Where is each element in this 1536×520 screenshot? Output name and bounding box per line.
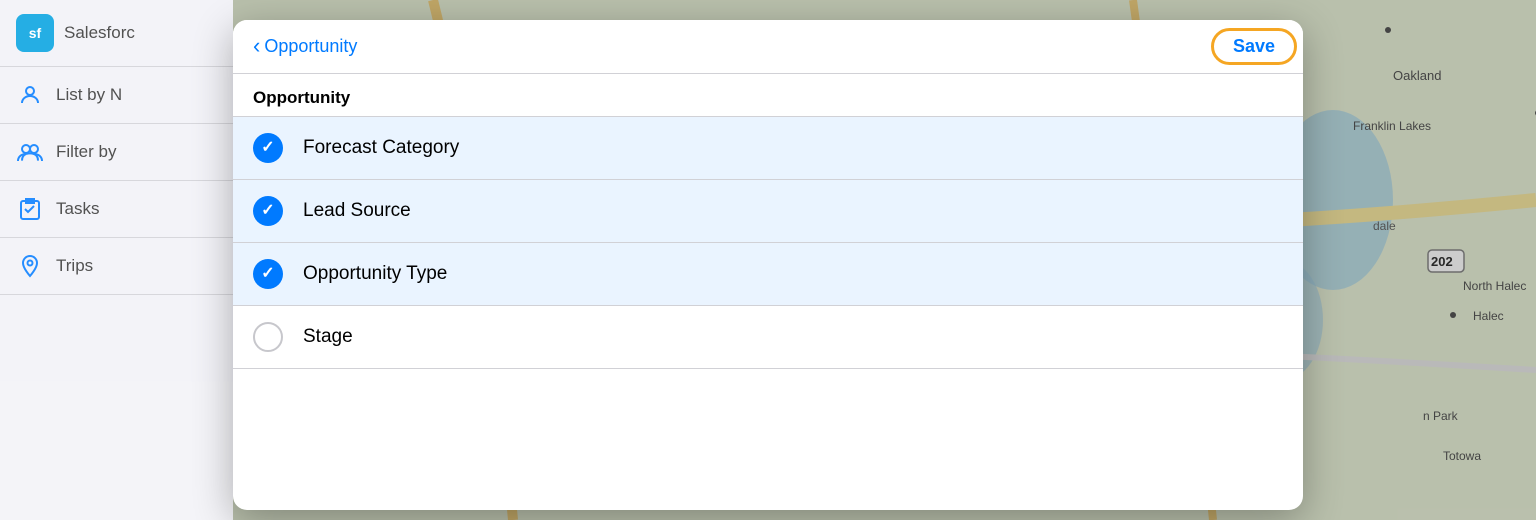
clipboard-icon <box>16 195 44 223</box>
list-item-opportunity-type[interactable]: ✓ Opportunity Type <box>233 243 1303 306</box>
sidebar-item-filter-by[interactable]: Filter by <box>0 124 233 181</box>
sidebar-header: sf Salesforc <box>0 0 233 67</box>
check-icon-stage: ✓ <box>253 322 283 352</box>
list-item-forecast-category[interactable]: ✓ Forecast Category <box>233 117 1303 180</box>
opportunity-type-label: Opportunity Type <box>303 263 447 285</box>
forecast-category-label: Forecast Category <box>303 137 459 159</box>
section-title: Opportunity <box>233 74 1303 117</box>
modal-panel: ‹ Opportunity Save Opportunity ✓ Forecas… <box>233 20 1303 510</box>
checkmark-lead-source: ✓ <box>261 203 274 219</box>
list-item-stage[interactable]: ✓ Stage <box>233 306 1303 369</box>
check-icon-opportunity-type: ✓ <box>253 259 283 289</box>
location-icon <box>16 252 44 280</box>
sidebar-app-title: Salesforc <box>64 23 135 43</box>
sidebar: sf Salesforc List by N Filter by <box>0 0 233 520</box>
back-label: Opportunity <box>264 36 357 57</box>
checkmark-forecast-category: ✓ <box>261 140 274 156</box>
sidebar-list-by-label: List by N <box>56 85 122 105</box>
sidebar-item-tasks[interactable]: Tasks <box>0 181 233 238</box>
lead-source-label: Lead Source <box>303 200 411 222</box>
back-button[interactable]: ‹ Opportunity <box>253 36 357 57</box>
modal-header: ‹ Opportunity Save <box>233 20 1303 74</box>
sidebar-item-trips[interactable]: Trips <box>0 238 233 295</box>
save-button[interactable]: Save <box>1225 34 1283 59</box>
stage-label: Stage <box>303 326 353 348</box>
sidebar-item-list-by[interactable]: List by N <box>0 67 233 124</box>
person-icon <box>16 81 44 109</box>
save-button-wrapper: Save <box>1225 34 1283 59</box>
check-icon-forecast-category: ✓ <box>253 133 283 163</box>
group-icon <box>16 138 44 166</box>
checkmark-opportunity-type: ✓ <box>261 266 274 282</box>
check-icon-lead-source: ✓ <box>253 196 283 226</box>
sidebar-tasks-label: Tasks <box>56 199 99 219</box>
sidebar-trips-label: Trips <box>56 256 93 276</box>
list-item-lead-source[interactable]: ✓ Lead Source <box>233 180 1303 243</box>
sidebar-filter-by-label: Filter by <box>56 142 116 162</box>
back-chevron-icon: ‹ <box>253 35 260 57</box>
salesforce-logo: sf <box>16 14 54 52</box>
